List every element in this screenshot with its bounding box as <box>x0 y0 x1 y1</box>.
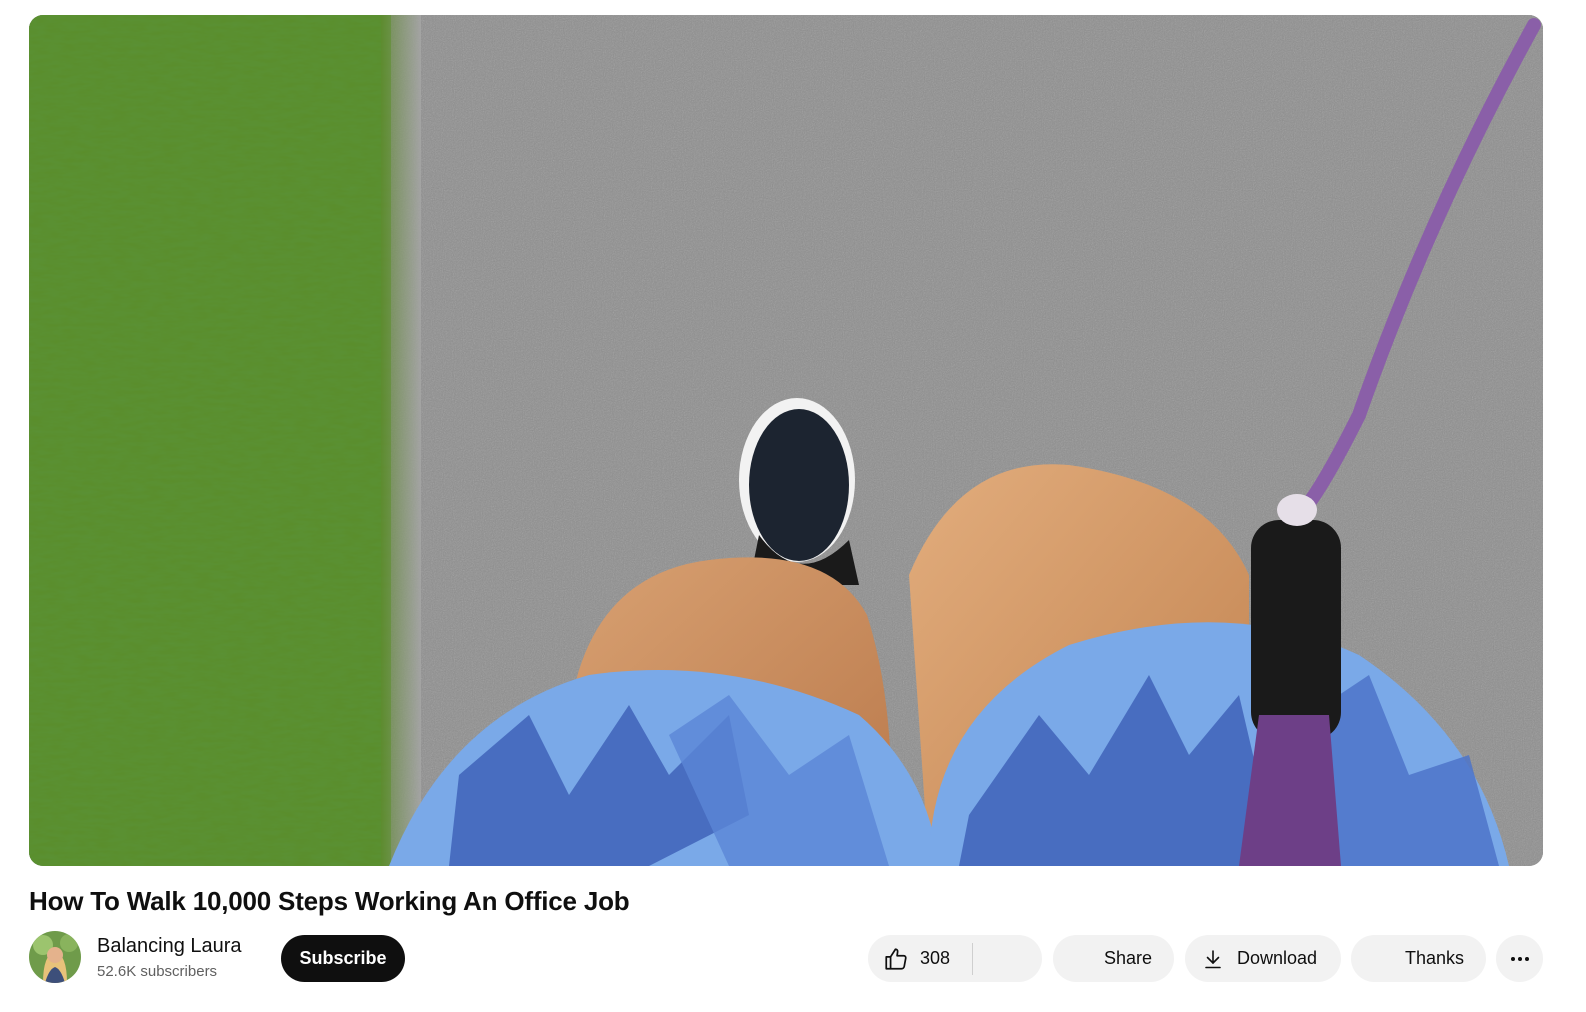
channel-name[interactable]: Balancing Laura <box>97 934 242 958</box>
download-button[interactable]: Download <box>1185 935 1341 982</box>
more-actions-button[interactable] <box>1496 935 1543 982</box>
like-dislike-group: 308 <box>868 935 1042 982</box>
video-frame <box>29 15 1543 866</box>
more-horizontal-icon <box>1510 956 1529 961</box>
download-label: Download <box>1237 948 1318 968</box>
video-title: How To Walk 10,000 Steps Working An Offi… <box>29 886 630 916</box>
avatar-image <box>29 931 81 983</box>
dislike-button[interactable] <box>973 935 1042 982</box>
download-icon <box>1205 949 1221 968</box>
thanks-button[interactable]: Thanks <box>1351 935 1486 982</box>
share-label: Share <box>1103 948 1152 968</box>
subscriber-count: 52.6K subscribers <box>97 963 218 980</box>
thumbs-up-icon <box>885 947 907 970</box>
subscribe-button[interactable]: Subscribe <box>281 935 405 982</box>
share-button[interactable]: Share <box>1053 935 1174 982</box>
like-count: 308 <box>920 948 951 968</box>
watch-page: How To Walk 10,000 Steps Working An Offi… <box>0 0 1586 1012</box>
channel-avatar[interactable] <box>29 931 81 983</box>
thanks-label: Thanks <box>1404 948 1464 968</box>
like-button[interactable]: 308 <box>868 935 958 982</box>
video-player[interactable] <box>29 15 1543 866</box>
